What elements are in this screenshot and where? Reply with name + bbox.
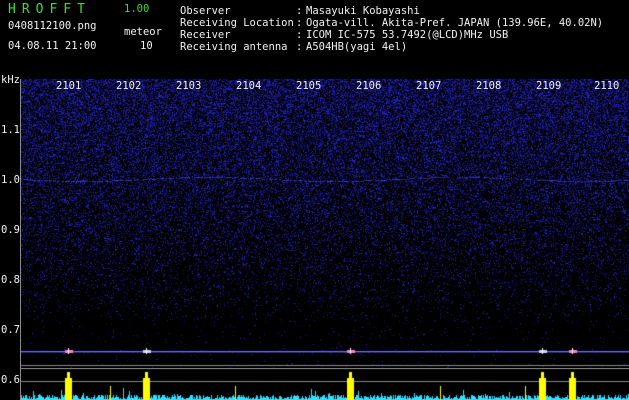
freq-label: 1.0 [1,174,20,186]
location-colon: : [296,17,303,29]
hour-label: 2103 [176,80,202,92]
receiver-key: Receiver [180,29,231,41]
datetime: 04.08.11 21:00 [8,40,97,52]
app-version: 1.00 [124,3,150,15]
hour-label: 2110 [594,80,620,92]
receiver-value: ICOM IC-575 53.7492(@LCD)MHz USB [306,29,509,41]
hour-label: 2108 [476,80,502,92]
event-label: meteor [124,26,162,38]
hour-label: 2107 [416,80,442,92]
freq-label: 0.7 [1,324,20,336]
hour-label: 2109 [536,80,562,92]
hour-label: 2101 [56,80,82,92]
receiver-colon: : [296,29,303,41]
antenna-colon: : [296,41,303,53]
file-name: 0408112100.png [8,20,97,32]
hour-label: 2105 [296,80,322,92]
event-count: 10 [140,40,153,52]
app-title: HROFFT [8,2,91,17]
freq-label: 0.8 [1,274,20,286]
freq-label: 1.1 [1,124,20,136]
axis-unit-label: kHz [1,74,20,86]
hour-label: 2104 [236,80,262,92]
location-value: Ogata-vill. Akita-Pref. JAPAN (139.96E, … [306,17,604,29]
hour-label: 2102 [116,80,142,92]
location-key: Receiving Location [180,17,294,29]
observer-colon: : [296,5,303,17]
antenna-value: A504HB(yagi 4el) [306,41,408,53]
freq-label: 0.9 [1,224,20,236]
freq-label: 0.6 [1,374,20,386]
observer-key: Observer [180,5,231,17]
plot-frame [20,79,629,400]
antenna-key: Receiving antenna [180,41,288,53]
observer-value: Masayuki Kobayashi [306,5,420,17]
hour-label: 2106 [356,80,382,92]
